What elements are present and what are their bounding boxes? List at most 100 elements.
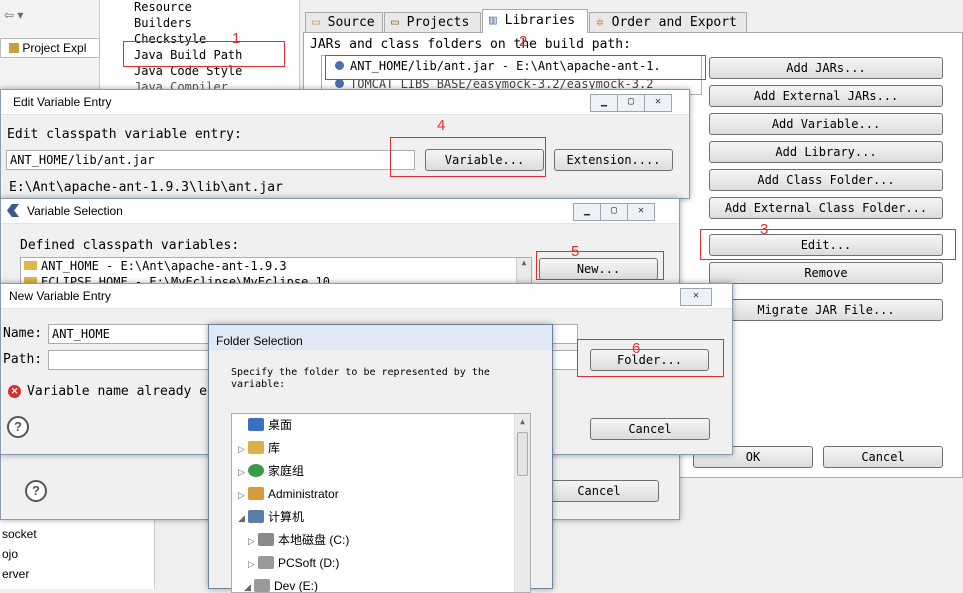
tree-item-computer[interactable]: ◢ 计算机 [238,506,304,528]
tree-item-socket[interactable]: socket [2,527,37,541]
nav-item-resource[interactable]: Resource [134,0,192,14]
homegroup-icon [248,464,264,477]
source-icon: ▭ [312,15,320,30]
close-icon[interactable]: ✕ [644,94,672,112]
window-controls: ▁ ▢ ✕ [590,93,672,112]
drive-icon [254,579,270,592]
edit-variable-dialog: Edit Variable Entry ▁ ▢ ✕ Edit classpath v… [0,89,690,199]
library-icon [248,441,264,454]
annotation-box-1 [123,41,285,67]
new-variable-title: New Variable Entry [9,289,111,303]
computer-icon [248,510,264,523]
variable-selection-titlebar: Variable Selection ▁ ▢ ✕ [1,199,679,224]
new-variable-titlebar: New Variable Entry ✕ [1,284,732,309]
annotation-5: 5 [571,243,580,260]
annotation-3: 3 [760,221,769,238]
tree-item-library[interactable]: ▷ 库 [238,437,280,459]
edit-variable-label: Edit classpath variable entry: [7,127,242,142]
add-external-class-folder-button[interactable]: Add External Class Folder... [709,197,943,219]
desktop-icon [248,418,264,431]
scroll-up-icon[interactable]: ▲ [515,414,530,430]
order-export-icon: ✲ [596,15,604,30]
tree-item-ojo[interactable]: ojo [2,547,18,561]
tab-libraries[interactable]: ▥ Libraries [482,9,588,34]
annotation-4: 4 [437,117,446,134]
classpath-entry-field[interactable]: ANT_HOME/lib/ant.jar [6,150,415,170]
folder-tree[interactable]: ▲ 桌面 ▷ 库 ▷ 家庭组 ▷ Administrator ◢ 计算机 ▷ 本地磁盘 (… [231,413,531,593]
tree-item-erver[interactable]: erver [2,567,29,581]
tab-order-export-label: Order and Export [611,15,737,30]
maximize-icon[interactable]: ▢ [600,203,628,221]
tab-order-export[interactable]: ✲ Order and Export [589,12,747,33]
user-icon [248,487,264,500]
annotation-2: 2 [519,33,528,50]
help-icon[interactable]: ? [25,480,47,502]
tab-projects[interactable]: ▭ Projects [384,12,481,33]
tree-item-administrator[interactable]: ▷ Administrator [238,483,339,505]
folder-selection-titlebar: Folder Selection [209,325,552,350]
folder-icon [24,261,37,270]
tree-scrollbar[interactable]: ▲ [514,414,530,592]
close-icon[interactable]: ✕ [680,288,712,306]
annotation-box-3 [700,229,956,260]
minimize-icon[interactable]: ▁ [573,203,601,221]
drive-c-icon [258,533,274,546]
help-icon[interactable]: ? [7,416,29,438]
new-variable-cancel-button[interactable]: Cancel [590,418,710,440]
variable-selection-cancel-button[interactable]: Cancel [539,480,659,502]
maximize-icon[interactable]: ▢ [617,94,645,112]
annotation-box-2 [325,55,706,80]
cancel-button[interactable]: Cancel [823,446,943,468]
folder-selection-dialog: Folder Selection Specify the folder to b… [208,324,553,593]
tab-source[interactable]: ▭ Source [305,12,383,33]
nav-item-builders[interactable]: Builders [134,16,192,30]
project-explorer-label: Project Expl [22,41,87,55]
variable-icon [335,79,344,88]
projects-icon: ▭ [391,15,399,30]
tree-item-drive-c[interactable]: ▷ 本地磁盘 (C:) [248,529,349,551]
tree-item-homegroup[interactable]: ▷ 家庭组 [238,460,304,482]
annotation-1: 1 [232,30,241,47]
tab-libraries-label: Libraries [504,13,576,28]
tab-projects-label: Projects [406,15,470,30]
edit-variable-title: Edit Variable Entry [13,95,112,109]
drive-icon [258,556,274,569]
name-label: Name: [3,326,43,341]
tree-item-desktop[interactable]: 桌面 [238,414,292,436]
window-controls: ▁ ▢ ✕ [573,202,655,221]
variable-selection-title: Variable Selection [27,204,123,218]
project-explorer-tab[interactable]: Project Expl [0,38,100,58]
folder-selection-description: Specify the folder to be represented by … [231,367,490,390]
tree-item-drive-e[interactable]: ◢ Dev (E:) [244,575,318,592]
tree-item-drive-d[interactable]: ▷ PCSoft (D:) [248,552,339,574]
path-label: Path: [3,352,43,367]
libraries-icon: ▥ [489,13,497,28]
add-jars-button[interactable]: Add JARs... [709,57,943,79]
remove-button[interactable]: Remove [709,262,943,284]
libraries-header: JARs and class folders on the build path… [310,37,631,52]
extension-button[interactable]: Extension.... [554,149,673,171]
add-class-folder-button[interactable]: Add Class Folder... [709,169,943,191]
close-icon[interactable]: ✕ [627,203,655,221]
annotation-6: 6 [632,340,641,357]
edit-variable-titlebar: Edit Variable Entry ▁ ▢ ✕ [1,90,689,115]
toolbar-icons[interactable]: ⇦ ▾ [4,8,23,22]
annotation-box-5 [536,251,664,280]
folder-selection-title: Folder Selection [216,334,303,348]
add-variable-button[interactable]: Add Variable... [709,113,943,135]
variable-row-ant[interactable]: ANT_HOME - E:\Ant\apache-ant-1.9.3 [24,259,520,274]
project-explorer-icon [9,43,19,53]
eclipse-icon [7,204,19,217]
error-message: Variable name already e [27,384,208,399]
scroll-thumb[interactable] [517,432,528,476]
minimize-icon[interactable]: ▁ [590,94,618,112]
error-icon: ✕ [8,385,21,398]
add-library-button[interactable]: Add Library... [709,141,943,163]
variable-list-label: Defined classpath variables: [20,238,240,253]
annotation-box-4 [390,137,546,177]
resolved-path: E:\Ant\apache-ant-1.9.3\lib\ant.jar [9,180,283,195]
tab-source-label: Source [327,15,375,30]
annotation-box-6 [577,339,724,377]
migrate-jar-button[interactable]: Migrate JAR File... [709,299,943,321]
add-external-jars-button[interactable]: Add External JARs... [709,85,943,107]
